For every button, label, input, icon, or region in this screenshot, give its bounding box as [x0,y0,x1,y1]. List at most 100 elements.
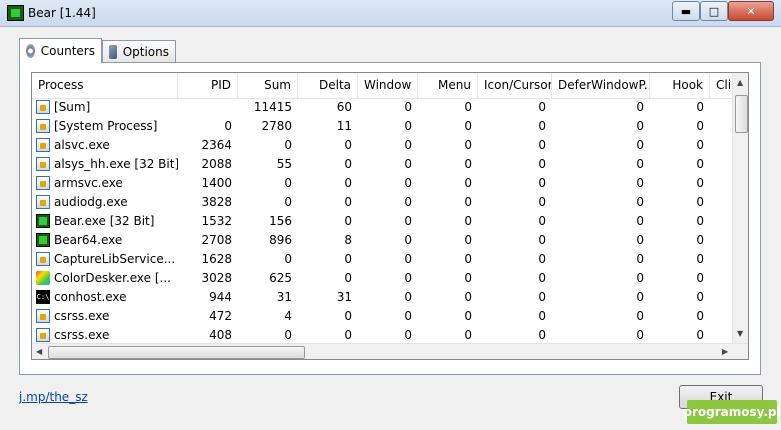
counter-value: 0 [344,195,352,209]
vertical-scrollbar[interactable]: ▲ ▼ [732,73,748,343]
counter-value [178,98,238,117]
counter-value: 0 [404,271,412,285]
process-name: [System Process] [54,119,158,133]
counter-value: 0 [404,252,412,266]
counter-value: 2708 [201,233,232,247]
column-header[interactable]: DeferWindowP... [552,73,650,98]
counter-value: 0 [344,157,352,171]
counter-value: 0 [538,176,546,190]
counter-value: 0 [696,138,704,152]
counter-value: 0 [696,100,704,114]
horizontal-scroll-thumb[interactable] [48,346,305,359]
window-title: Bear [1.44] [28,6,96,20]
table-row[interactable]: CaptureLibService...162800000000 [32,250,748,269]
scroll-right-icon[interactable]: ▶ [722,347,728,356]
counter-value: 0 [636,100,644,114]
column-header[interactable]: PID [178,73,238,98]
counter-value: 0 [464,271,472,285]
counter-value: 0 [464,157,472,171]
counter-value: 0 [696,119,704,133]
table-row[interactable]: audiodg.exe382800000000 [32,193,748,212]
maximize-button[interactable]: □ [700,1,728,21]
title-bar: Bear [1.44] ▬ □ ✕ [0,0,781,27]
minimize-button[interactable]: ▬ [672,1,700,21]
column-header[interactable]: Sum [238,73,298,98]
counter-value: 0 [636,290,644,304]
bear-app-icon [7,5,24,21]
options-icon [109,44,117,59]
column-header[interactable]: Menu [418,73,478,98]
counter-value: 0 [636,157,644,171]
counter-value: 0 [538,138,546,152]
table-row[interactable]: [Sum]1141560000000 [32,98,748,117]
counter-value: 1400 [201,176,232,190]
tab-counters-label: Counters [40,44,95,58]
counter-value: 0 [696,290,704,304]
counter-value: 0 [464,100,472,114]
process-name: audiodg.exe [54,195,128,209]
close-icon: ✕ [746,4,756,18]
counter-value: 0 [696,252,704,266]
counter-value: 0 [538,214,546,228]
counter-value: 0 [404,138,412,152]
process-name: Bear.exe [32 Bit] [54,214,155,228]
scroll-up-icon[interactable]: ▲ [737,78,743,87]
counter-value: 0 [636,176,644,190]
counter-value: 0 [696,233,704,247]
column-header[interactable]: Hook [650,73,710,98]
table-row[interactable]: [System Process]0278011000000 [32,117,748,136]
counter-value: 11415 [253,100,292,114]
table-row[interactable]: Bear.exe [32 Bit]15321560000000 [32,212,748,231]
process-name: Bear64.exe [54,233,123,247]
table-row[interactable]: alsys_hh.exe [32 Bit]2088550000000 [32,155,748,174]
tab-options[interactable]: Options [102,40,176,62]
tab-counters[interactable]: Counters [19,38,102,63]
table-row[interactable]: Bear64.exe27088968000000 [32,231,748,250]
counter-value: 11 [336,119,352,133]
counter-value: 1532 [201,214,232,228]
process-name: alsvc.exe [54,138,110,152]
process-list[interactable]: Process PID Sum Delta Window Menu Icon/Cursor D… [31,72,749,360]
tab-options-label: Options [122,44,169,59]
counter-value: 0 [344,252,352,266]
process-name: ColorDesker.exe [... [54,271,171,285]
counter-value: 0 [344,271,352,285]
counter-value: 8 [344,233,352,247]
counter-value: 0 [636,271,644,285]
table-row[interactable]: alsvc.exe236400000000 [32,136,748,155]
close-button[interactable]: ✕ [728,1,774,21]
table-row[interactable]: ColorDesker.exe [...30286250000000 [32,269,748,288]
counter-value: 0 [636,119,644,133]
counter-value: 0 [538,290,546,304]
counter-value: 0 [224,119,232,133]
counter-value: 0 [538,252,546,266]
counter-value: 0 [538,119,546,133]
scroll-down-icon[interactable]: ▼ [737,329,743,338]
counter-value: 0 [636,214,644,228]
counter-value: 2780 [261,119,292,133]
table-row[interactable]: C:\conhost.exe9443131000000 [32,288,748,307]
column-header[interactable]: Icon/Cursor [478,73,552,98]
process-name: csrss.exe [54,309,110,323]
counter-value: 0 [538,233,546,247]
counter-value: 0 [284,252,292,266]
column-header[interactable]: Window [358,73,418,98]
counter-value: 0 [636,138,644,152]
counter-value: 0 [284,176,292,190]
counter-value: 0 [696,214,704,228]
counter-value: 0 [284,138,292,152]
vertical-scroll-thumb[interactable] [735,95,748,133]
scroll-left-icon[interactable]: ◀ [36,347,42,356]
table-row[interactable]: csrss.exe47240000000 [32,307,748,326]
counter-value: 60 [336,100,352,114]
column-header[interactable]: Delta [298,73,358,98]
column-header[interactable]: Process [32,73,178,98]
horizontal-scrollbar[interactable]: ◀ ▶ [32,343,748,359]
counter-value: 0 [464,176,472,190]
website-link[interactable]: j.mp/the_sz [19,390,88,404]
list-rows: [Sum]1141560000000[System Process]027801… [32,98,748,345]
table-row[interactable]: armsvc.exe140000000000 [32,174,748,193]
counter-value: 0 [464,195,472,209]
counter-value: 0 [464,233,472,247]
counter-value: 0 [636,309,644,323]
